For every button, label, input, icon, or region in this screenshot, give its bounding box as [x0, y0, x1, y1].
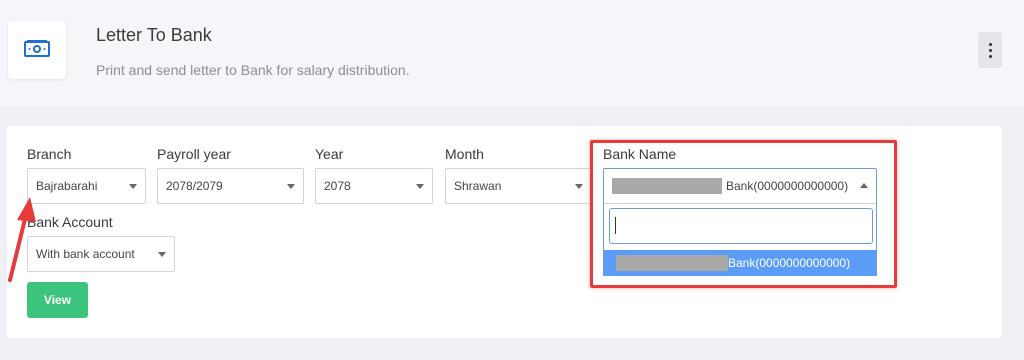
red-arrow-annotation	[8, 197, 36, 282]
letter-to-bank-page: Letter To Bank Print and send letter to …	[0, 0, 1024, 360]
